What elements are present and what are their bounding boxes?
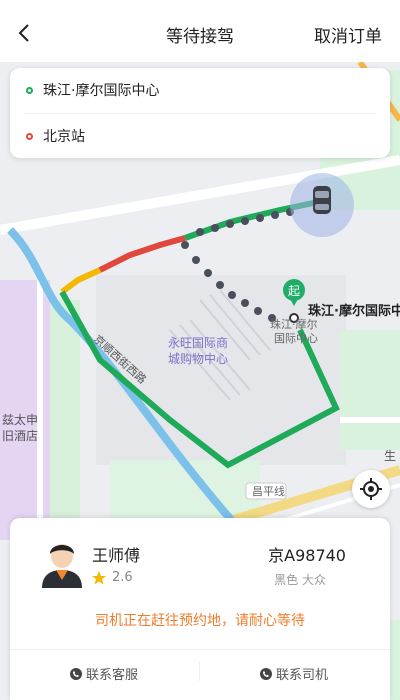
driver-name: 王师傅 — [92, 546, 141, 565]
contact-driver-label: 联系司机 — [276, 668, 329, 683]
car-icon — [313, 186, 331, 214]
contact-service-label: 联系客服 — [86, 668, 139, 683]
map-poi-label-2: 城购物中心 — [168, 351, 228, 366]
origin-text: 珠江·摩尔国际中心 — [43, 83, 160, 99]
license-plate: 京A98740 — [268, 546, 346, 565]
phone-icon — [260, 667, 272, 680]
car-description: 黑色 大众 — [274, 573, 326, 587]
phone-icon — [70, 667, 82, 680]
map-green-strip — [50, 300, 80, 540]
action-separator — [199, 661, 200, 681]
rating-value: 2.6 — [112, 570, 133, 585]
map-poi-label: 永旺国际商 — [168, 335, 228, 350]
cancel-order-button[interactable]: 取消订单 — [314, 22, 382, 47]
map-small-label: 珠江·摩尔 — [270, 317, 318, 331]
map-line-label: 昌平线 — [252, 484, 285, 498]
svg-text:起: 起 — [288, 284, 300, 298]
origin-row[interactable]: 珠江·摩尔国际中心 — [26, 80, 159, 100]
map-small-label-2: 国际中心 — [274, 332, 318, 345]
destination-text: 北京站 — [43, 129, 85, 145]
star-icon — [92, 570, 106, 584]
driver-rating: 2.6 — [92, 570, 133, 585]
driver-avatar — [42, 544, 82, 588]
destination-dot-icon — [26, 132, 33, 140]
locate-button[interactable] — [352, 470, 390, 508]
divider — [24, 113, 376, 114]
origin-dot-icon — [26, 86, 33, 94]
status-message: 司机正在赶往预约地，请耐心等待 — [95, 613, 305, 629]
destination-row[interactable]: 北京站 — [26, 126, 85, 146]
divider — [10, 649, 390, 650]
map-origin-label: 珠江·摩尔国际中心 — [308, 303, 400, 319]
map-left-label: 兹太申 — [2, 412, 38, 427]
map-left-label-2: 旧酒店 — [2, 429, 38, 443]
route-card: 珠江·摩尔国际中心 北京站 — [10, 68, 390, 158]
map-right-label: 生 — [384, 449, 396, 463]
crosshair-icon — [360, 478, 382, 500]
header-bar: 等待接驾 取消订单 — [0, 0, 400, 62]
driver-card: 王师傅 2.6 京A98740 黑色 大众 司机正在赶往预约地，请耐心等待 联系… — [10, 518, 390, 700]
contact-driver-button[interactable]: 联系司机 — [260, 664, 328, 683]
contact-service-button[interactable]: 联系客服 — [70, 664, 138, 683]
